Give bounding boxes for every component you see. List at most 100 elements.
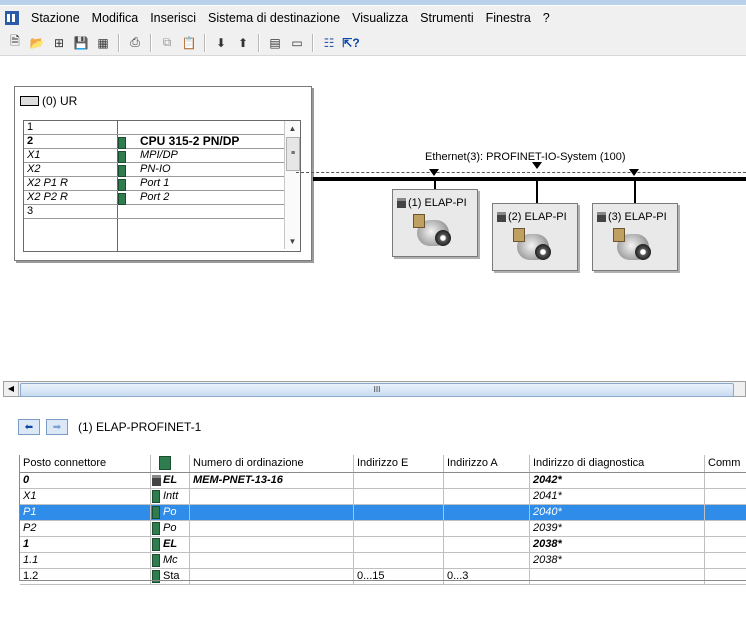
cell-order-number bbox=[190, 505, 354, 520]
detail-title: (1) ELAP-PROFINET-1 bbox=[78, 420, 202, 434]
device-2[interactable]: (2) ELAP-PI bbox=[492, 203, 578, 271]
rack-row[interactable]: 3 bbox=[24, 205, 284, 219]
cell-comment bbox=[705, 537, 746, 552]
menu-stazione[interactable]: Stazione bbox=[25, 6, 86, 30]
cell-slot: P2 bbox=[20, 521, 151, 536]
menu-finestra[interactable]: Finestra bbox=[480, 6, 537, 30]
column-header[interactable]: Indirizzo E bbox=[354, 455, 444, 472]
rack-module: MPI/DP bbox=[140, 149, 178, 161]
rack-slot: 3 bbox=[27, 205, 34, 217]
cell-output-address: 0...3 bbox=[444, 569, 530, 584]
save-icon[interactable]: 💾 bbox=[72, 34, 90, 52]
cell-comment bbox=[705, 505, 746, 520]
cell-input-address bbox=[354, 473, 444, 488]
rack-module: Port 1 bbox=[140, 177, 170, 189]
rack-row[interactable]: X1 MPI/DP bbox=[24, 149, 284, 163]
menu-sistema-di-destinazione[interactable]: Sistema di destinazione bbox=[202, 6, 346, 30]
compile-icon[interactable]: ▦ bbox=[94, 34, 112, 52]
cell-output-address bbox=[444, 489, 530, 504]
cell-slot: X1 bbox=[20, 489, 151, 504]
scroll-grip: III bbox=[373, 385, 381, 394]
rack-row[interactable]: X2 P2 R Port 2 bbox=[24, 191, 284, 205]
open-icon[interactable]: 📂 bbox=[28, 34, 46, 52]
print-icon[interactable]: ⎙ bbox=[126, 34, 144, 52]
cell-module: Po bbox=[151, 505, 190, 520]
column-header[interactable]: Comm bbox=[705, 455, 746, 472]
column-header[interactable]: Posto connettore bbox=[20, 455, 151, 472]
cell-output-address bbox=[444, 505, 530, 520]
rack-window[interactable]: (0) UR 1 2 CPU 315-2 PN/DP X1 MPI/DP X2 … bbox=[14, 86, 312, 261]
connector-arrow-icon bbox=[629, 169, 639, 176]
table-row[interactable]: 1.2 Sta 0...15 0...3 bbox=[20, 569, 746, 585]
window-title-strip bbox=[0, 0, 746, 5]
cell-module: Sta bbox=[151, 569, 190, 584]
module-icon bbox=[118, 151, 126, 163]
new-icon[interactable]: 🗎 bbox=[6, 34, 24, 52]
toolbar-separator bbox=[150, 33, 152, 52]
scroll-thumb[interactable]: III bbox=[20, 383, 734, 397]
table-row[interactable]: 0 EL MEM-PNET-13-16 2042* bbox=[20, 473, 746, 489]
table-row[interactable]: P2 Po 2039* bbox=[20, 521, 746, 537]
cpu-module-icon bbox=[118, 137, 126, 149]
rack-row[interactable]: X2 P1 R Port 1 bbox=[24, 177, 284, 191]
horizontal-scrollbar[interactable]: ◀ III bbox=[3, 381, 746, 397]
download-icon[interactable]: ⬇ bbox=[212, 34, 230, 52]
cell-slot: P1 bbox=[20, 505, 151, 520]
accessible-nodes-icon[interactable]: ⊞ bbox=[50, 34, 68, 52]
table-row-selected[interactable]: P1 Po 2040* bbox=[20, 505, 746, 521]
network-icon[interactable]: ☷ bbox=[320, 34, 338, 52]
menu-visualizza[interactable]: Visualizza bbox=[346, 6, 414, 30]
module-icon bbox=[118, 165, 126, 177]
rack-row[interactable]: 1 bbox=[24, 121, 284, 135]
toolbar: 🗎 📂 ⊞ 💾 ▦ ⎙ ⧉ 📋 ⬇ ⬆ ▤ ▭ ☷ ⇱? bbox=[0, 30, 746, 56]
rack-row[interactable]: X2 PN-IO bbox=[24, 163, 284, 177]
back-arrow-icon[interactable]: ⬅ bbox=[18, 419, 40, 435]
column-header[interactable]: Indirizzo A bbox=[444, 455, 530, 472]
table-header: Posto connettore Numero di ordinazione I… bbox=[20, 455, 746, 473]
device-icon bbox=[152, 474, 161, 486]
device-label-text: (2) ELAP-PI bbox=[508, 211, 567, 223]
table-row[interactable]: 1.1 Mc 2038* bbox=[20, 553, 746, 569]
window-icon[interactable]: ▭ bbox=[288, 34, 306, 52]
paste-icon[interactable]: 📋 bbox=[180, 34, 198, 52]
scroll-thumb[interactable]: ≡ bbox=[286, 137, 300, 171]
catalog-icon[interactable]: ▤ bbox=[266, 34, 284, 52]
cell-output-address bbox=[444, 473, 530, 488]
app-icon[interactable] bbox=[5, 11, 19, 25]
column-header[interactable]: Indirizzo di diagnostica bbox=[530, 455, 705, 472]
help-icon[interactable]: ⇱? bbox=[342, 34, 360, 52]
rack-scrollbar[interactable]: ▲ ≡ ▼ bbox=[284, 121, 300, 249]
cell-comment bbox=[705, 473, 746, 488]
scroll-down-icon[interactable]: ▼ bbox=[285, 234, 300, 249]
cell-input-address bbox=[354, 505, 444, 520]
upload-icon[interactable]: ⬆ bbox=[234, 34, 252, 52]
device-1[interactable]: (1) ELAP-PI bbox=[392, 189, 478, 257]
rack-title: (0) UR bbox=[20, 94, 77, 108]
column-header-icon[interactable] bbox=[151, 455, 190, 472]
toolbar-separator bbox=[204, 33, 206, 52]
cell-diagnostic-address bbox=[530, 569, 705, 584]
cell-diagnostic-address: 2040* bbox=[530, 505, 705, 520]
connector-arrow-icon bbox=[429, 169, 439, 176]
rack-module: Port 2 bbox=[140, 191, 170, 203]
copy-icon[interactable]: ⧉ bbox=[158, 34, 176, 52]
menu-strumenti[interactable]: Strumenti bbox=[414, 6, 480, 30]
device-3[interactable]: (3) ELAP-PI bbox=[592, 203, 678, 271]
cell-input-address: 0...15 bbox=[354, 569, 444, 584]
cell-output-address bbox=[444, 553, 530, 568]
column-header[interactable]: Numero di ordinazione bbox=[190, 455, 354, 472]
menu-help[interactable]: ? bbox=[537, 6, 556, 30]
connector-arrow-icon bbox=[532, 162, 542, 169]
table-row[interactable]: 1 EL 2038* bbox=[20, 537, 746, 553]
scroll-up-icon[interactable]: ▲ bbox=[285, 121, 300, 136]
forward-arrow-icon[interactable]: ➡ bbox=[46, 419, 68, 435]
toolbar-separator bbox=[118, 33, 120, 52]
scroll-left-icon[interactable]: ◀ bbox=[4, 382, 19, 396]
menu-modifica[interactable]: Modifica bbox=[86, 6, 145, 30]
profinet-bus-line[interactable] bbox=[313, 177, 746, 181]
table-row[interactable]: X1 Intt 2041* bbox=[20, 489, 746, 505]
menu-inserisci[interactable]: Inserisci bbox=[144, 6, 202, 30]
rack-row[interactable]: 2 CPU 315-2 PN/DP bbox=[24, 135, 284, 149]
device-label: (1) ELAP-PI bbox=[397, 197, 467, 209]
cell-diagnostic-address: 2039* bbox=[530, 521, 705, 536]
